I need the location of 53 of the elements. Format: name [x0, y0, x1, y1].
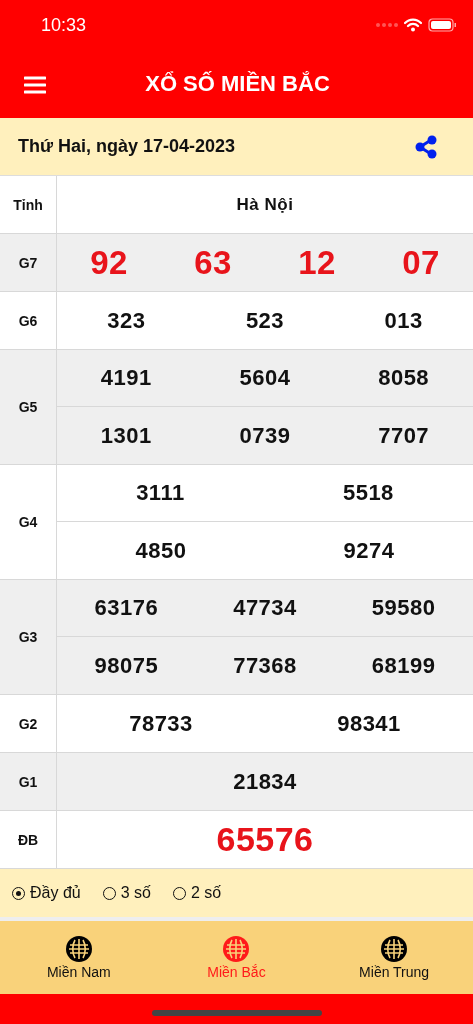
- result-number: 65576: [216, 820, 314, 859]
- region-tab[interactable]: Miền Nam: [8, 935, 149, 980]
- result-number: 98341: [337, 710, 401, 737]
- result-number: 323: [107, 307, 146, 334]
- result-number: 5604: [239, 365, 291, 391]
- result-number: 07: [402, 243, 440, 282]
- prize-label: G3: [0, 580, 57, 694]
- battery-icon: [428, 18, 457, 32]
- result-number: 68199: [371, 652, 436, 679]
- result-number: 4191: [100, 365, 152, 391]
- result-number: 8058: [378, 365, 430, 391]
- prize-label: G6: [0, 292, 57, 349]
- signal-icon: [376, 22, 398, 28]
- result-number: 3111: [136, 480, 185, 506]
- result-number: 77368: [233, 652, 297, 679]
- result-number: 1301: [100, 422, 152, 449]
- radio-option[interactable]: 2 số: [172, 884, 222, 902]
- result-number: 0739: [239, 422, 291, 449]
- result-number: 5518: [342, 480, 394, 506]
- globe-icon: [381, 935, 408, 962]
- prize-label: G4: [0, 465, 57, 579]
- result-number: 12: [298, 243, 336, 282]
- prize-label: G2: [0, 695, 57, 752]
- radio-option[interactable]: Đầy đủ: [12, 884, 81, 902]
- result-number: 59580: [371, 595, 436, 621]
- result-number: 4850: [135, 537, 187, 564]
- result-number: 63176: [94, 595, 159, 621]
- result-number: 013: [384, 307, 423, 334]
- status-time: 10:33: [41, 14, 87, 36]
- result-number: 47734: [233, 595, 297, 621]
- result-number: 21834: [233, 768, 297, 795]
- prize-label: G1: [0, 753, 57, 810]
- globe-icon: [65, 935, 92, 962]
- result-number: 9274: [343, 537, 395, 564]
- prize-label: ĐB: [0, 811, 57, 868]
- menu-icon[interactable]: [24, 76, 46, 94]
- result-number: 98075: [94, 652, 159, 679]
- prize-label: G7: [0, 234, 57, 291]
- wifi-icon: [404, 18, 422, 32]
- result-number: 523: [245, 307, 285, 334]
- result-number: 7707: [378, 422, 430, 449]
- region-tab[interactable]: Miền Trung: [324, 935, 465, 980]
- globe-icon: [223, 935, 250, 962]
- province-name: Hà Nội: [236, 194, 294, 215]
- prize-label: G5: [0, 350, 57, 464]
- prize-label: Tỉnh: [0, 176, 57, 233]
- result-number: 63: [194, 243, 232, 282]
- header-title: XỔ SỐ MIỀN BẮC: [145, 71, 330, 97]
- result-number: 78733: [129, 710, 193, 737]
- share-icon[interactable]: [415, 134, 437, 159]
- radio-option[interactable]: 3 số: [102, 884, 151, 902]
- draw-date: Thứ Hai, ngày 17-04-2023: [18, 136, 236, 157]
- result-number: 92: [90, 243, 128, 282]
